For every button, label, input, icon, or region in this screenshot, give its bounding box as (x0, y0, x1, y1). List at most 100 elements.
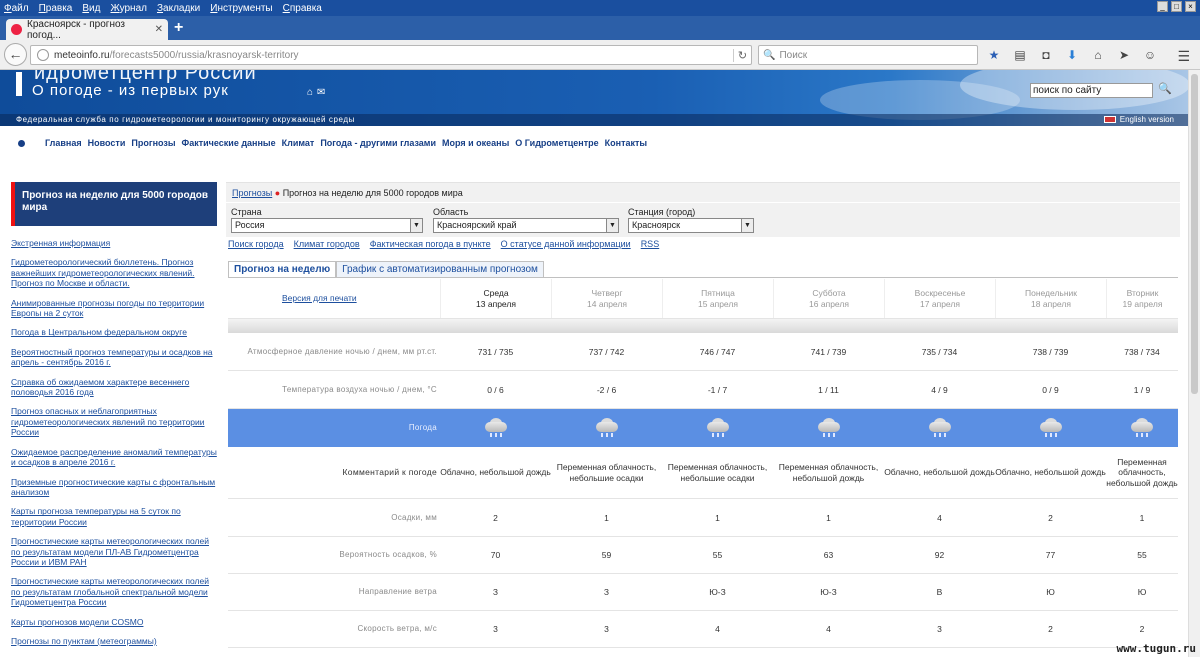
tab-automated-chart[interactable]: График с автоматизированным прогнозом (336, 261, 544, 278)
breadcrumb-link[interactable]: Прогнозы (232, 188, 272, 198)
maximize-icon[interactable]: □ (1171, 1, 1182, 12)
precipitation-cell: 1 (826, 512, 831, 523)
menu-item[interactable]: Журнал (110, 3, 147, 14)
reading-list-icon[interactable]: ▤ (1012, 48, 1028, 62)
day-date: 16 апреля (809, 298, 849, 309)
comment-cell: Переменная облачность, небольшие осадки (556, 462, 657, 483)
comment-cell: Облачно, небольшой дождь (995, 467, 1106, 478)
wind-direction-cell: Ю (1137, 587, 1147, 597)
vertical-scrollbar[interactable] (1188, 70, 1200, 657)
sidebar-link[interactable]: Справка об ожидаемом характере весеннего… (11, 377, 217, 398)
temperature-cell: -2 / 6 (596, 384, 617, 395)
home-icon[interactable]: ⌂ (1090, 48, 1106, 62)
menu-item[interactable]: Файл (4, 3, 29, 14)
row-label: Скорость ветра, м/с (357, 624, 437, 633)
sidebar-links: Экстренная информация Гидрометеорологичес… (11, 238, 217, 655)
probability-cell: 59 (601, 550, 612, 560)
pocket-icon[interactable]: ◘ (1038, 48, 1054, 62)
menu-accelerator: Ж (110, 2, 120, 14)
forecast-header-row: Версия для печати Среда 13 апреля Четверг 14… (228, 279, 1178, 319)
new-tab-button[interactable]: + (174, 19, 183, 37)
site-nav-item[interactable]: Новости (88, 138, 126, 148)
sidebar-link[interactable]: Прогностические карты метеорологических … (11, 576, 217, 607)
site-nav-item[interactable]: Прогнозы (131, 138, 175, 148)
wind-direction-cell: В (936, 587, 943, 597)
country-select[interactable]: Россия ▼ (231, 218, 423, 233)
logo-mark[interactable] (16, 72, 22, 96)
sidebar-link[interactable]: Вероятностный прогноз температуры и осад… (11, 347, 217, 368)
pressure-cell: 746 / 747 (699, 346, 736, 357)
region-select[interactable]: Красноярский край ▼ (433, 218, 619, 233)
site-nav-item[interactable]: Контакты (605, 138, 647, 148)
menu-hamburger-icon[interactable]: ☰ (1177, 48, 1190, 65)
tabs-divider (228, 277, 1178, 278)
tab-weekly-forecast[interactable]: Прогноз на неделю (228, 261, 337, 278)
temperature-cell: 0 / 6 (487, 384, 504, 395)
sidebar-link[interactable]: Анимированные прогнозы погоды по террито… (11, 298, 217, 319)
quick-link[interactable]: Фактическая погода в пункте (370, 239, 491, 249)
download-icon[interactable]: ⬇ (1064, 48, 1080, 62)
day-name: Вторник (1126, 287, 1159, 298)
quick-links: Поиск города Климат городов Фактическая по… (228, 239, 659, 249)
day-header: Среда 13 апреля (440, 279, 551, 318)
back-button[interactable]: ← (4, 43, 27, 66)
browser-search-input[interactable]: 🔍 Поиск (758, 45, 978, 65)
sidebar-link[interactable]: Карты прогноза температуры на 5 суток по… (11, 506, 217, 527)
tab-close-icon[interactable]: ✕ (155, 24, 163, 35)
pressure-cell: 731 / 735 (477, 346, 514, 357)
temperature-cell: 0 / 9 (1042, 384, 1059, 395)
quick-link[interactable]: RSS (641, 239, 660, 249)
sidebar-link[interactable]: Прогностические карты метеорологических … (11, 536, 217, 567)
sidebar-link[interactable]: Ожидаемое распределение аномалий темпера… (11, 447, 217, 468)
pressure-cell: 738 / 739 (1032, 346, 1069, 357)
sidebar-link[interactable]: Погода в Центральном федеральном округе (11, 327, 217, 337)
weather-row: Погода (228, 409, 1178, 447)
english-version-link[interactable]: English version (1103, 114, 1174, 126)
quick-link[interactable]: Климат городов (294, 239, 360, 249)
print-version-link[interactable]: Версия для печати (282, 293, 357, 303)
site-search-button[interactable]: 🔍 (1158, 82, 1172, 95)
menu-item[interactable]: Вид (82, 3, 100, 14)
send-icon[interactable]: ➤ (1116, 48, 1132, 62)
menu-item[interactable]: Закладки (157, 3, 200, 14)
site-nav-item[interactable]: Фактические данные (182, 138, 276, 148)
browser-tab[interactable]: Красноярск - прогноз погод... ✕ (6, 19, 168, 41)
site-nav-item[interactable]: О Гидрометцентре (515, 138, 598, 148)
site-nav-item[interactable]: Климат (282, 138, 315, 148)
breadcrumb: Прогнозы ● Прогноз на неделю для 5000 го… (226, 182, 1180, 202)
site-nav-item[interactable]: Погода - другими глазами (320, 138, 436, 148)
sidebar-link[interactable]: Карты прогнозов модели COSMO (11, 617, 217, 627)
minimize-icon[interactable]: _ (1157, 1, 1168, 12)
station-select[interactable]: Красноярск ▼ (628, 218, 754, 233)
home-small-icon[interactable]: ⌂ (307, 87, 317, 98)
sidebar-link[interactable]: Гидрометеорологический бюллетень. Прогно… (11, 257, 217, 288)
close-window-icon[interactable]: × (1185, 1, 1196, 12)
uk-flag-icon (1103, 116, 1116, 124)
menu-item[interactable]: Справка (283, 3, 322, 14)
address-bar[interactable]: meteoinfo.ru/forecasts5000/russia/krasno… (30, 45, 752, 65)
bookmark-star-icon[interactable]: ★ (986, 48, 1002, 62)
site-search-input[interactable]: поиск по сайту (1030, 83, 1153, 98)
site-identity-icon[interactable] (37, 49, 49, 61)
menu-item[interactable]: Инструменты (210, 3, 272, 14)
smiley-icon[interactable]: ☺ (1142, 48, 1158, 62)
sidebar-link[interactable]: Приземные прогностические карты с фронта… (11, 477, 217, 498)
weather-cell (662, 409, 773, 447)
quick-link[interactable]: Поиск города (228, 239, 284, 249)
site-nav-item[interactable]: Главная (45, 138, 82, 148)
scrollbar-thumb[interactable] (1191, 74, 1198, 394)
sidebar-link[interactable]: Прогнозы по пунктам (метеограммы) (11, 636, 217, 646)
day-name: Среда (483, 287, 509, 298)
mail-icon[interactable]: ✉ (317, 87, 329, 98)
sidebar-link[interactable]: Прогноз опасных и неблагоприятных гидром… (11, 406, 217, 437)
site-nav-item[interactable]: Моря и океаны (442, 138, 509, 148)
sidebar-link[interactable]: Экстренная информация (11, 238, 217, 248)
country-label: Страна (231, 207, 262, 217)
menu-item[interactable]: Правка (39, 3, 73, 14)
cloud-rain-icon (705, 417, 731, 439)
temperature-cell: 1 / 11 (818, 384, 839, 395)
quick-link[interactable]: О статусе данной информации (501, 239, 631, 249)
reload-icon[interactable]: ↻ (733, 48, 751, 62)
breadcrumb-current: Прогноз на неделю для 5000 городов мира (282, 188, 463, 198)
search-placeholder: Поиск (779, 49, 808, 61)
